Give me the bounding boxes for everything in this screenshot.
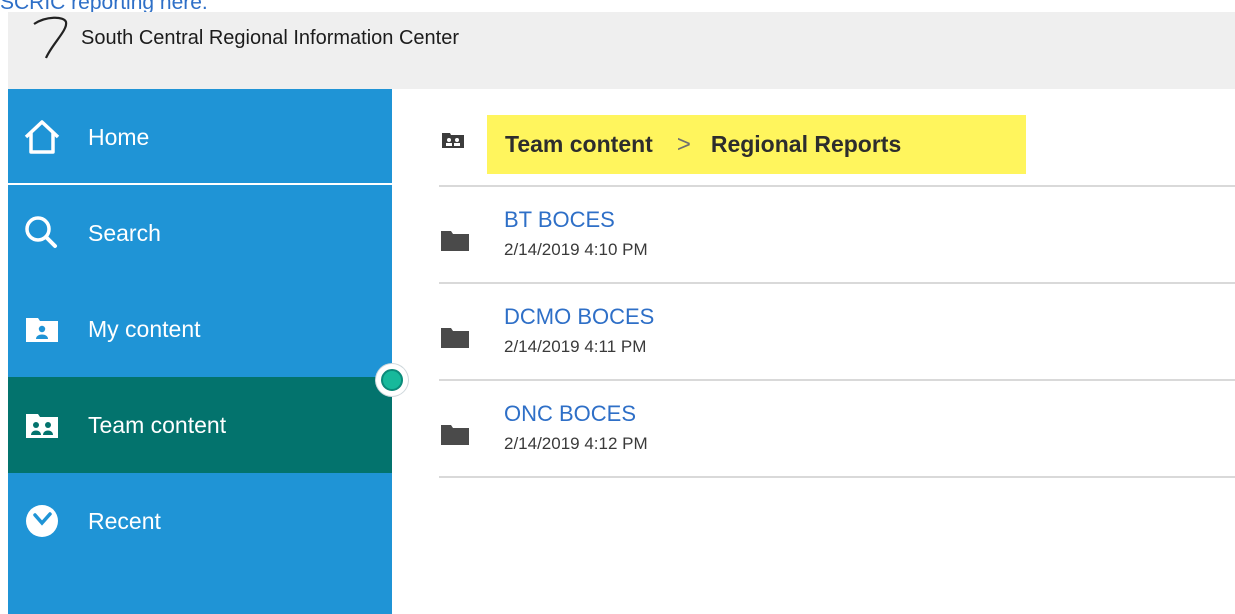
folder-icon (441, 425, 469, 445)
home-icon (20, 115, 64, 159)
item-date: 2/14/2019 4:11 PM (504, 337, 647, 356)
item-name[interactable]: DCMO BOCES (504, 304, 654, 330)
breadcrumb-team-content[interactable]: Team content (505, 131, 653, 158)
search-icon (20, 211, 64, 255)
list-item[interactable]: BT BOCES 2/14/2019 4:10 PM (439, 185, 1235, 282)
sidebar-item-home[interactable]: Home (8, 89, 392, 185)
folder-icon (441, 328, 469, 348)
item-name[interactable]: BT BOCES (504, 207, 615, 233)
item-name[interactable]: ONC BOCES (504, 401, 636, 427)
logo (33, 16, 68, 59)
my-content-icon (20, 307, 64, 351)
top-link[interactable]: SCRIC reporting here. (0, 0, 208, 14)
app-title: South Central Regional Information Cente… (81, 27, 459, 49)
item-date: 2/14/2019 4:12 PM (504, 434, 648, 453)
item-date: 2/14/2019 4:10 PM (504, 240, 648, 259)
app-header: South Central Regional Information Cente… (8, 12, 1235, 89)
sidebar-item-label: Home (88, 123, 150, 150)
recent-icon (20, 499, 64, 543)
sidebar-item-my-content[interactable]: My content (8, 281, 392, 377)
team-content-icon (20, 403, 64, 447)
sidebar-item-label: Recent (88, 507, 161, 534)
content-list: BT BOCES 2/14/2019 4:10 PM DCMO BOCES 2/… (439, 185, 1235, 478)
list-item[interactable]: ONC BOCES 2/14/2019 4:12 PM (439, 379, 1235, 478)
list-item[interactable]: DCMO BOCES 2/14/2019 4:11 PM (439, 282, 1235, 379)
breadcrumb-regional-reports: Regional Reports (710, 131, 902, 157)
team-content-icon (442, 133, 464, 148)
sidebar-item-label: Team content (88, 411, 227, 438)
breadcrumb-separator: > (676, 130, 691, 158)
sidebar-item-search[interactable]: Search (8, 185, 392, 281)
sidebar: Home Search My content Team content Rece… (8, 89, 392, 614)
breadcrumb: Team content > Regional Reports (487, 115, 1026, 174)
sidebar-toggle-handle[interactable] (376, 364, 408, 396)
sidebar-item-label: Search (88, 219, 161, 246)
sidebar-item-label: My content (88, 315, 201, 342)
folder-icon (441, 231, 469, 251)
sidebar-item-team-content[interactable]: Team content (8, 377, 392, 473)
sidebar-item-recent[interactable]: Recent (8, 473, 392, 569)
